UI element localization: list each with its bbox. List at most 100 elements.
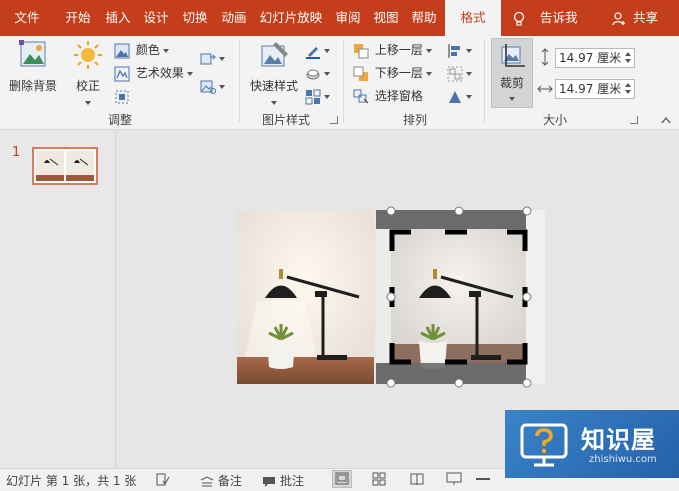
ribbon-separator xyxy=(484,40,485,122)
person-add-icon xyxy=(612,11,625,25)
normal-view-icon xyxy=(335,472,349,485)
ribbon: 删除背景 校正 颜色 艺术效果 调整 快速样式 图片样式 上移一层 下移一层 选… xyxy=(0,36,679,130)
compress-pictures-button[interactable] xyxy=(200,48,225,68)
picture-styles-dialog-launcher[interactable] xyxy=(330,116,338,124)
group-label-picture-styles: 图片样式 xyxy=(261,113,310,127)
tab-home[interactable]: 开始 xyxy=(58,0,98,36)
chevron-down-icon xyxy=(425,71,432,76)
pen-icon xyxy=(306,46,320,59)
width-spinner[interactable] xyxy=(624,81,632,97)
effects-icon xyxy=(306,69,320,79)
remove-background-button[interactable]: 删除背景 xyxy=(4,40,62,94)
slide-thumbnail-image xyxy=(34,149,96,183)
corrections-label: 校正 xyxy=(75,79,100,93)
normal-view-button[interactable] xyxy=(332,470,352,488)
original-photo[interactable] xyxy=(237,210,374,384)
bring-forward-label: 上移一层 xyxy=(374,43,423,57)
slide-thumbnail[interactable] xyxy=(32,147,98,185)
cropped-photo[interactable] xyxy=(376,210,545,384)
tab-view[interactable]: 视图 xyxy=(368,0,404,36)
group-label-adjust: 调整 xyxy=(107,113,132,127)
help-monitor-icon xyxy=(520,423,568,467)
height-input[interactable]: 14.97 厘米 xyxy=(555,48,635,68)
slide-info: 幻灯片 第 1 张，共 1 张 xyxy=(6,474,137,488)
share-label: 共享 xyxy=(632,10,658,25)
reading-view-icon[interactable] xyxy=(410,472,424,486)
height-spinner[interactable] xyxy=(624,50,632,66)
slide-number: 1 xyxy=(12,145,21,160)
send-backward-label: 下移一层 xyxy=(374,66,423,80)
tab-design[interactable]: 设计 xyxy=(138,0,174,36)
height-value: 14.97 厘米 xyxy=(559,51,622,65)
corrections-button[interactable]: 校正 xyxy=(68,40,108,108)
quick-styles-button[interactable]: 快速样式 xyxy=(246,40,302,108)
notes-label: 备注 xyxy=(217,474,242,488)
selection-pane-label: 选择窗格 xyxy=(374,89,423,103)
color-label: 颜色 xyxy=(135,43,160,57)
chevron-down-icon xyxy=(186,71,193,76)
watermark-title: 知识屋 xyxy=(581,426,656,454)
comment-icon xyxy=(263,476,275,487)
ribbon-tab-bar: 文件 开始 插入 设计 切换 动画 幻灯片放映 审阅 视图 帮助 格式 告诉我 … xyxy=(0,0,679,36)
chevron-down-icon xyxy=(162,48,169,53)
chevron-down-icon xyxy=(425,48,432,53)
share-button[interactable]: 共享 xyxy=(612,0,658,36)
crop-icon xyxy=(501,44,525,67)
bring-forward-button[interactable]: 上移一层 xyxy=(353,40,432,60)
chevron-down-icon xyxy=(219,56,225,61)
send-backward-button[interactable]: 下移一层 xyxy=(353,63,432,83)
tab-insert[interactable]: 插入 xyxy=(100,0,136,36)
selection-pane-button[interactable]: 选择窗格 xyxy=(353,86,423,106)
tab-animations[interactable]: 动画 xyxy=(216,0,252,36)
comments-label: 批注 xyxy=(279,474,304,488)
ribbon-separator xyxy=(343,40,344,122)
artistic-effects-icon xyxy=(114,66,130,81)
align-button[interactable] xyxy=(447,40,472,60)
color-button[interactable]: 颜色 xyxy=(114,40,169,60)
tab-review[interactable]: 审阅 xyxy=(330,0,366,36)
slideshow-icon[interactable] xyxy=(446,472,462,486)
tab-transitions[interactable]: 切换 xyxy=(177,0,213,36)
tab-file[interactable]: 文件 xyxy=(4,0,50,36)
transparency-button[interactable] xyxy=(114,86,130,106)
tell-me-label: 告诉我 xyxy=(539,10,578,25)
rotate-button[interactable] xyxy=(447,86,472,106)
slide-sorter-icon[interactable] xyxy=(372,472,386,486)
notes-button[interactable]: 备注 xyxy=(200,472,242,489)
shape-height-icon xyxy=(541,48,549,66)
group-icon xyxy=(447,66,463,81)
crop-label: 裁剪 xyxy=(499,76,524,90)
width-value: 14.97 厘米 xyxy=(559,82,622,96)
tell-me-button[interactable]: 告诉我 xyxy=(512,0,578,36)
comments-button[interactable]: 批注 xyxy=(262,472,304,489)
collapse-ribbon-icon[interactable] xyxy=(661,116,671,124)
picture-layout-button[interactable] xyxy=(305,86,330,106)
chevron-down-icon xyxy=(509,97,515,101)
remove-background-icon xyxy=(19,40,46,67)
size-dialog-launcher[interactable] xyxy=(630,116,638,124)
chevron-down-icon xyxy=(85,100,91,105)
chevron-down-icon xyxy=(466,48,472,53)
crop-button[interactable]: 裁剪 xyxy=(491,38,533,108)
chevron-down-icon xyxy=(466,71,472,76)
zoom-out-button[interactable] xyxy=(476,478,490,480)
color-picture-icon xyxy=(114,43,130,58)
quick-styles-icon xyxy=(261,42,288,67)
group-objects-button[interactable] xyxy=(447,63,472,83)
shape-width-icon xyxy=(537,85,553,93)
tab-slideshow[interactable]: 幻灯片放映 xyxy=(256,0,326,36)
spell-check-icon[interactable] xyxy=(156,473,170,487)
change-picture-icon xyxy=(200,80,216,94)
send-backward-icon xyxy=(353,66,368,81)
remove-background-label: 删除背景 xyxy=(8,79,57,93)
tab-format[interactable]: 格式 xyxy=(445,0,501,36)
picture-border-button[interactable] xyxy=(305,40,330,60)
align-icon xyxy=(448,43,460,58)
picture-effects-button[interactable] xyxy=(305,63,330,83)
width-input[interactable]: 14.97 厘米 xyxy=(555,79,635,99)
chevron-down-icon xyxy=(219,84,225,89)
quick-styles-label: 快速样式 xyxy=(249,79,298,93)
tab-help[interactable]: 帮助 xyxy=(406,0,442,36)
artistic-effects-button[interactable]: 艺术效果 xyxy=(114,63,193,83)
change-picture-button[interactable] xyxy=(200,76,225,96)
